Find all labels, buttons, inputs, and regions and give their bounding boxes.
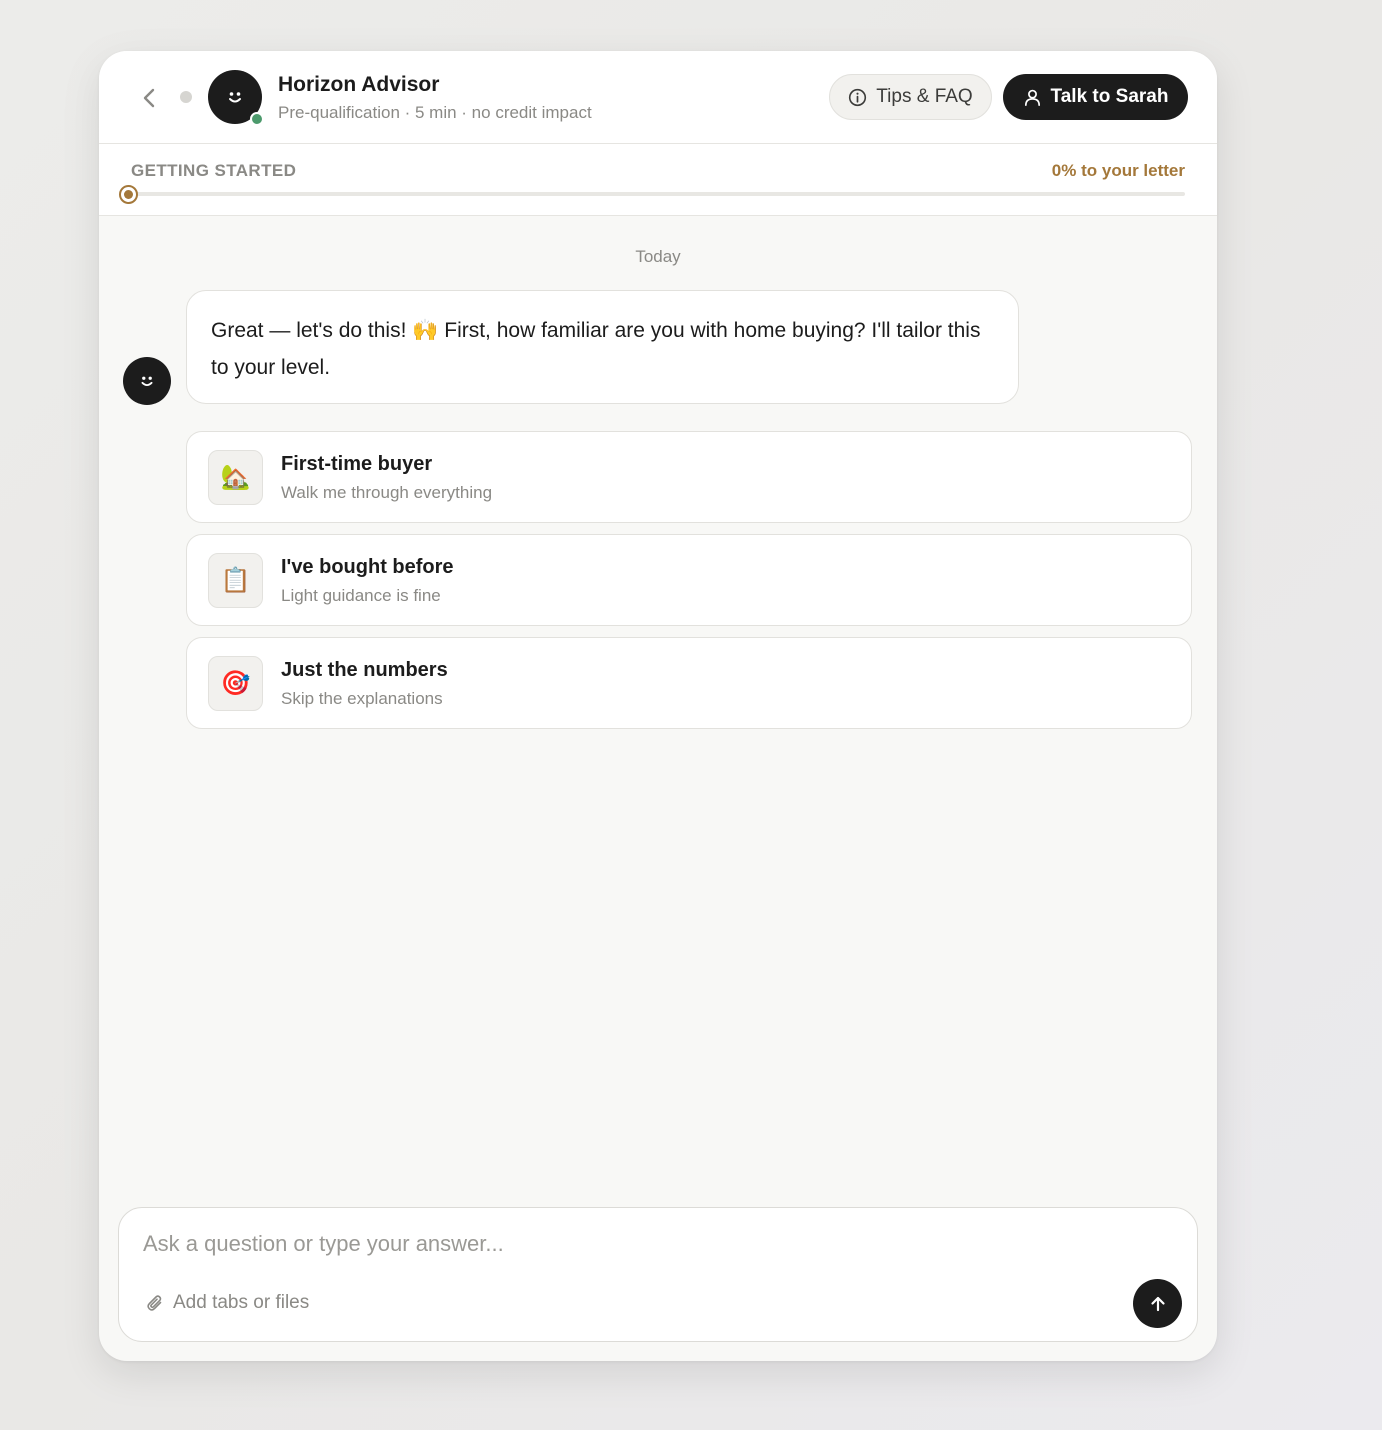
add-attachment-label: Add tabs or files	[173, 1292, 310, 1313]
option-subtitle: Walk me through everything	[281, 483, 493, 502]
option-title: First-time buyer	[281, 453, 433, 475]
header: Horizon Advisor Pre-qualification · 5 mi…	[99, 51, 1217, 144]
page-title: Horizon Advisor	[278, 73, 440, 96]
page-subtitle: Pre-qualification · 5 min · no credit im…	[278, 103, 592, 122]
online-status-dot	[250, 112, 264, 126]
add-attachment-button[interactable]: Add tabs or files	[145, 1292, 309, 1314]
info-icon	[849, 88, 867, 106]
message-composer: Add tabs or files	[118, 1207, 1198, 1342]
option-title: Just the numbers	[281, 659, 448, 681]
tips-faq-button[interactable]: Tips & FAQ	[829, 74, 992, 120]
arrow-up-icon	[1150, 1296, 1165, 1311]
back-button[interactable]	[135, 84, 163, 112]
status-indicator	[180, 91, 192, 103]
tips-faq-label: Tips & FAQ	[876, 86, 973, 107]
progress-bar	[128, 192, 1185, 196]
house-icon: 🏡	[208, 450, 263, 505]
chevron-left-icon	[143, 88, 155, 108]
option-title: I've bought before	[281, 556, 454, 578]
advisor-avatar	[208, 70, 264, 126]
option-subtitle: Skip the explanations	[281, 689, 443, 708]
bot-avatar	[123, 357, 171, 405]
smiley-icon	[229, 92, 241, 103]
progress-section: GETTING STARTED 0% to your letter	[99, 144, 1217, 216]
send-button[interactable]	[1133, 1279, 1182, 1328]
progress-percent: 0% to your letter	[1051, 161, 1185, 180]
option-subtitle: Light guidance is fine	[281, 586, 441, 605]
option-just-numbers[interactable]: 🎯 Just the numbers Skip the explanations	[186, 637, 1192, 729]
bot-message: Great — let's do this! 🙌 First, how fami…	[186, 290, 1019, 404]
clipboard-icon: 📋	[208, 553, 263, 608]
person-icon	[1024, 89, 1040, 106]
talk-to-advisor-label: Talk to Sarah	[1050, 86, 1169, 107]
chat-window: Horizon Advisor Pre-qualification · 5 mi…	[99, 51, 1217, 1361]
target-icon: 🎯	[208, 656, 263, 711]
stage-label: GETTING STARTED	[131, 161, 297, 180]
talk-to-advisor-button[interactable]: Talk to Sarah	[1003, 74, 1188, 120]
message-input[interactable]	[143, 1228, 1143, 1260]
progress-marker	[119, 185, 138, 204]
smiley-icon	[141, 376, 153, 387]
option-first-time-buyer[interactable]: 🏡 First-time buyer Walk me through every…	[186, 431, 1192, 523]
option-bought-before[interactable]: 📋 I've bought before Light guidance is f…	[186, 534, 1192, 626]
paperclip-icon	[147, 1295, 162, 1311]
date-separator: Today	[635, 247, 681, 266]
